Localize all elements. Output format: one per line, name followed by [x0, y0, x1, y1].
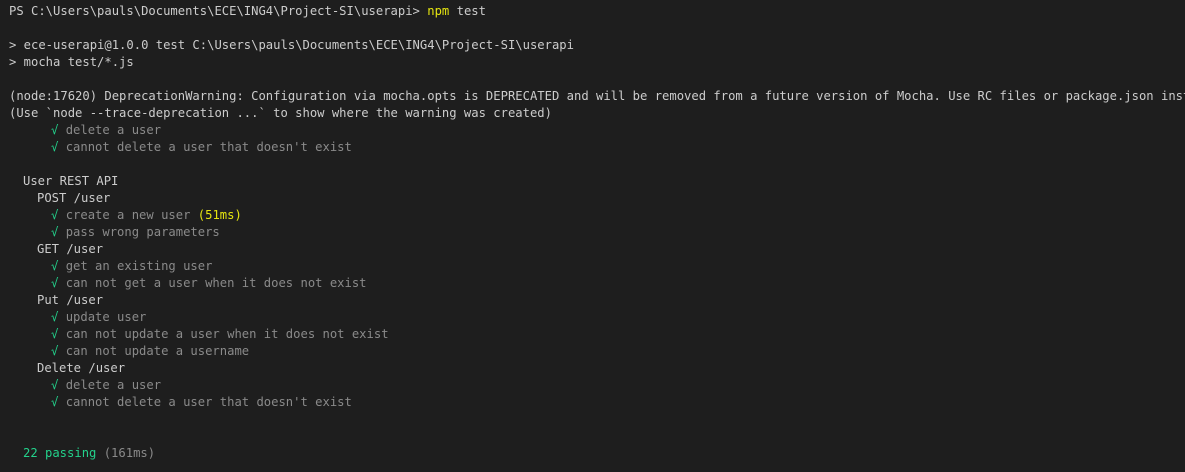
check-icon: √ [51, 327, 59, 341]
check-icon: √ [51, 378, 59, 392]
prompt-path: PS C:\Users\pauls\Documents\ECE\ING4\Pro… [9, 4, 428, 18]
check-icon: √ [51, 259, 59, 273]
test-label: cannot delete a user that doesn't exist [65, 395, 352, 409]
passing-count: 22 passing [23, 446, 97, 460]
test-duration: (51ms) [197, 208, 242, 222]
check-icon: √ [51, 310, 59, 324]
test-result: √ update user [9, 309, 146, 326]
prompt-argument: test [449, 4, 486, 18]
group-title: Put /user [37, 293, 104, 307]
test-label: update user [65, 310, 147, 324]
terminal-output[interactable]: PS C:\Users\pauls\Documents\ECE\ING4\Pro… [0, 0, 1185, 472]
test-result: √ create a new user (51ms) [9, 207, 242, 224]
test-summary: 22 passing (161ms) [9, 445, 155, 462]
test-result: √ can not update a user when it does not… [9, 326, 389, 343]
check-icon: √ [51, 208, 59, 222]
check-icon: √ [51, 395, 59, 409]
deprecation-warning: (node:17620) DeprecationWarning: Configu… [9, 89, 1185, 103]
test-label: delete a user [65, 123, 162, 137]
group-title: GET /user [37, 242, 104, 256]
test-label: delete a user [65, 378, 162, 392]
test-label: cannot delete a user that doesn't exist [65, 140, 352, 154]
powershell-prompt-line: PS C:\Users\pauls\Documents\ECE\ING4\Pro… [9, 3, 486, 20]
test-result: √ cannot delete a user that doesn't exis… [9, 139, 352, 156]
test-label: can not update a user when it does not e… [65, 327, 389, 341]
group-title: Delete /user [37, 361, 126, 375]
test-result: √ pass wrong parameters [9, 224, 220, 241]
check-icon: √ [51, 276, 59, 290]
test-label: can not get a user when it does not exis… [65, 276, 367, 290]
check-icon: √ [51, 123, 59, 137]
deprecation-hint: (Use `node --trace-deprecation ...` to s… [9, 106, 552, 120]
test-result: √ can not update a username [9, 343, 249, 360]
npm-script-command: > mocha test/*.js [9, 55, 134, 69]
check-icon: √ [51, 140, 59, 154]
test-result: √ can not get a user when it does not ex… [9, 275, 367, 292]
check-icon: √ [51, 225, 59, 239]
test-label: can not update a username [65, 344, 250, 358]
group-title: POST /user [37, 191, 111, 205]
check-icon: √ [51, 344, 59, 358]
test-label: create a new user [65, 208, 191, 222]
test-result: √ get an existing user [9, 258, 212, 275]
prompt-command: npm [427, 4, 450, 18]
test-result: √ delete a user [9, 377, 161, 394]
test-label: pass wrong parameters [65, 225, 220, 239]
test-result: √ cannot delete a user that doesn't exis… [9, 394, 352, 411]
suite-title: User REST API [23, 174, 119, 188]
npm-script-header: > ece-userapi@1.0.0 test C:\Users\pauls\… [9, 38, 574, 52]
test-result: √ delete a user [9, 122, 161, 139]
test-label: get an existing user [65, 259, 213, 273]
total-time: (161ms) [103, 446, 156, 460]
